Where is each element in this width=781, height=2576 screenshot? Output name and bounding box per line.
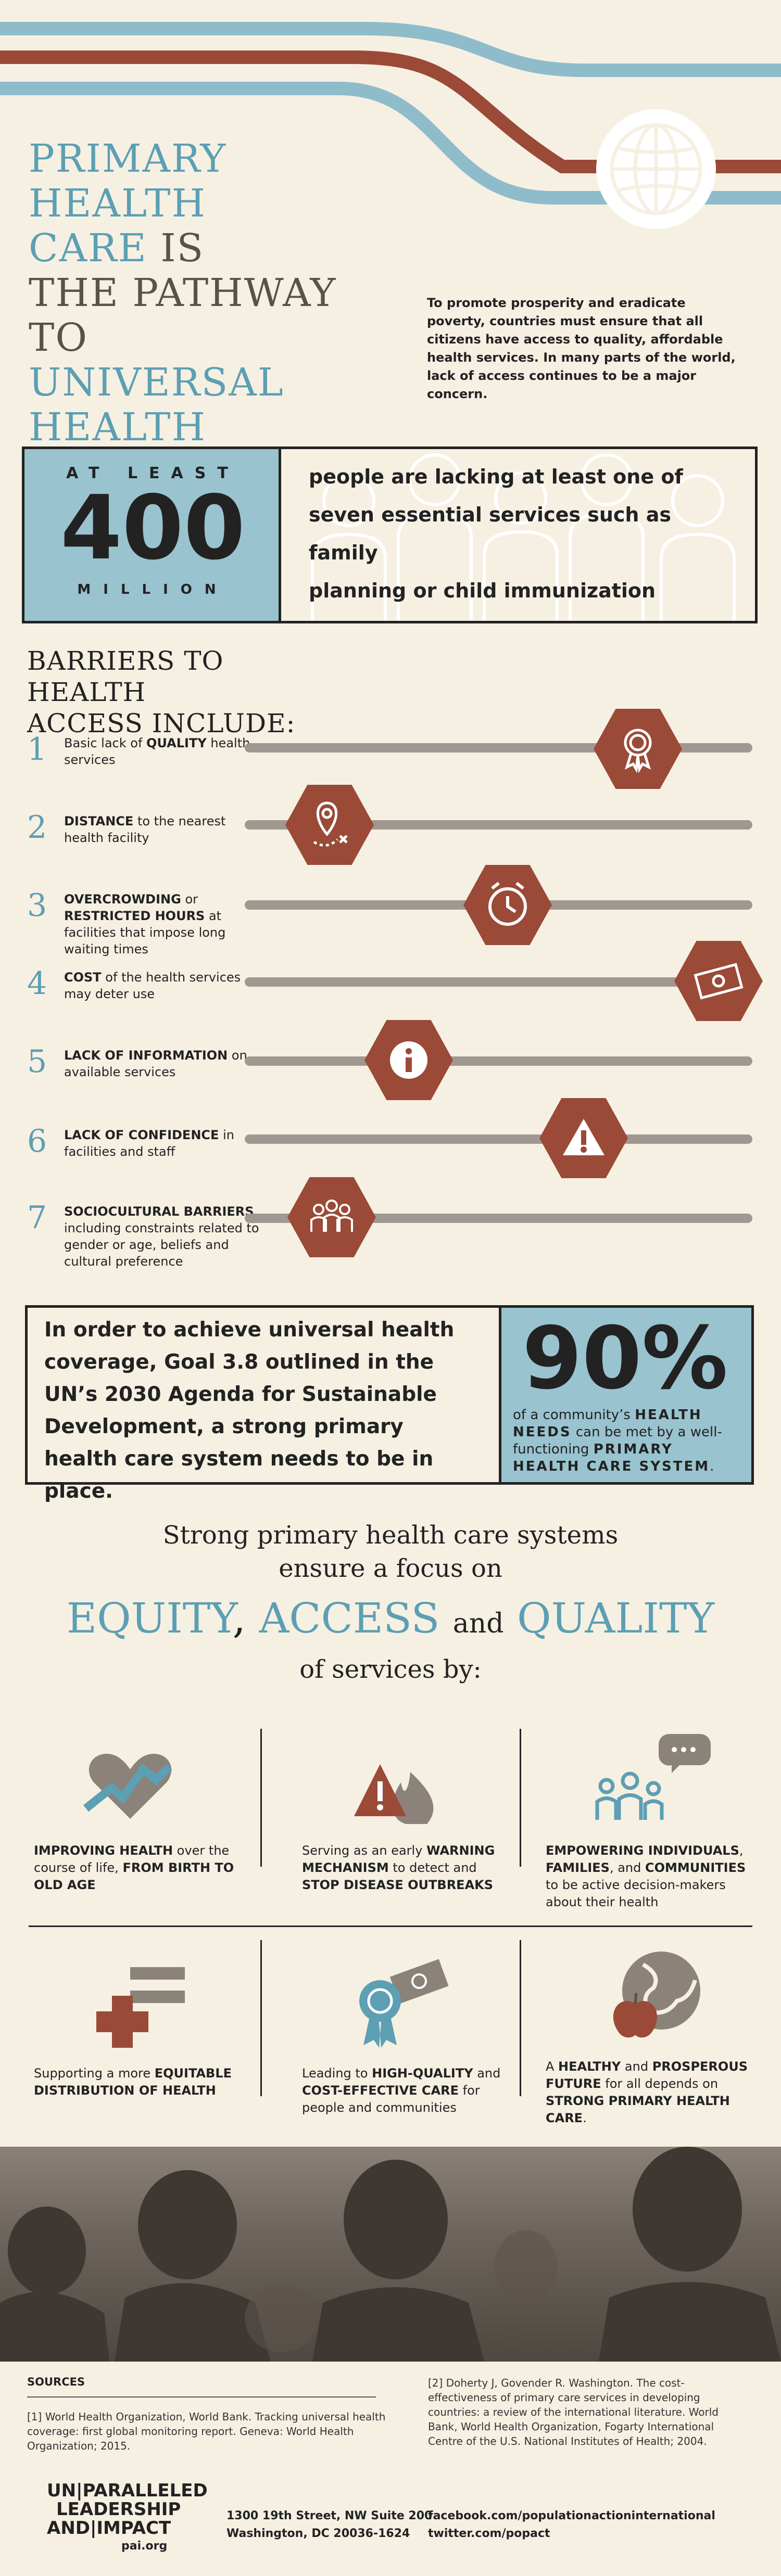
twitter-link[interactable]: twitter.com/popact xyxy=(428,2525,715,2543)
barrier-number-4: 4 xyxy=(27,965,47,1002)
globe-icon xyxy=(596,109,716,229)
barrier-bar-6 xyxy=(245,1134,752,1144)
benefit-text-4: Supporting a more EQUITABLE DISTRIBUTION… xyxy=(34,2066,232,2098)
benefit-text-1: IMPROVING HEALTH over the course of life… xyxy=(34,1843,234,1892)
barrier-number-7: 7 xyxy=(27,1200,47,1236)
benefit-text-3: EMPOWERING INDIVIDUALS, FAMILIES, and CO… xyxy=(546,1843,746,1909)
stat-million: MILLION xyxy=(77,582,229,597)
quality-word: QUALITY xyxy=(517,1594,715,1642)
grid-divider-v3 xyxy=(260,1940,262,2096)
hero-title-line-3: THE PATHWAY TO xyxy=(29,271,337,360)
warning-fire-icon xyxy=(354,1764,434,1824)
barrier-text-5: LACK OF INFORMATION on available service… xyxy=(64,1048,247,1079)
barrier-text-3: OVERCROWDING or RESTRICTED HOURS at faci… xyxy=(64,892,226,957)
stat-line-2: seven essential services such as family xyxy=(309,503,671,564)
info-icon xyxy=(364,1020,453,1100)
medical-cross-icon xyxy=(96,1967,185,2048)
hero-intro: To promote prosperity and eradicate pove… xyxy=(427,296,736,401)
pai-logo: UN|PARALLELED LEADERSHIP AND|IMPACT xyxy=(47,2480,208,2539)
systems-line-1: Strong primary health care systems xyxy=(162,1521,619,1550)
grid-divider-v2 xyxy=(520,1729,521,1867)
globe-apple-icon xyxy=(613,1952,700,2038)
source-2: [2] Doherty J, Govender R. Washington. T… xyxy=(428,2377,719,2447)
stat-description: people are lacking at least one of seven… xyxy=(309,458,736,610)
hero-title-line-4: UNIVERSAL xyxy=(29,360,284,405)
money-icon xyxy=(674,941,763,1021)
goal-caption: of a community’s HEALTH NEEDS can be met… xyxy=(513,1407,722,1474)
quality-ribbon-icon xyxy=(594,709,682,789)
family-chat-icon xyxy=(595,1734,711,1820)
stat-number: 400 xyxy=(60,477,245,580)
people-group-icon xyxy=(287,1177,376,1257)
systems-heading: Strong primary health care systems ensur… xyxy=(0,1519,781,1585)
barriers-title-line-2: ACCESS INCLUDE: xyxy=(27,708,296,738)
barrier-text-1: Basic lack of QUALITY health services xyxy=(64,736,250,767)
grid-divider-v1 xyxy=(260,1729,262,1867)
barrier-number-1: 1 xyxy=(27,731,47,768)
hero-title-line-2b: IS xyxy=(160,226,205,271)
people-photo-illustration xyxy=(0,2147,781,2362)
barrier-number-3: 3 xyxy=(27,887,47,924)
hero-title-line-2a: CARE xyxy=(29,226,147,271)
barrier-text-6: LACK OF CONFIDENCE in facilities and sta… xyxy=(64,1128,234,1159)
barriers-title: BARRIERS TO HEALTH ACCESS INCLUDE: xyxy=(27,645,339,739)
benefit-text-2: Serving as an early WARNING MECHANISM to… xyxy=(302,1843,495,1892)
community-photo xyxy=(0,2147,781,2362)
barrier-number-6: 6 xyxy=(27,1123,47,1159)
access-word: ACCESS xyxy=(259,1594,440,1642)
address: 1300 19th Street, NW Suite 200 Washingto… xyxy=(226,2509,433,2540)
barrier-bar-5 xyxy=(245,1056,752,1066)
systems-line-4: of services by: xyxy=(299,1655,482,1684)
barrier-text-7: SOCIOCULTURAL BARRIERS including constra… xyxy=(64,1204,259,1269)
map-pin-icon xyxy=(285,785,374,865)
benefit-text-6: A HEALTHY and PROSPEROUS FUTURE for all … xyxy=(546,2059,748,2125)
hero-title-line-1: PRIMARY HEALTH xyxy=(29,136,227,226)
social-links: facebook.com/populationactioninternation… xyxy=(428,2507,715,2543)
systems-line-2: ensure a focus on xyxy=(279,1554,502,1583)
systems-focus: EQUITY, ACCESS and QUALITY xyxy=(66,1594,715,1642)
grid-divider-v4 xyxy=(520,1940,521,2096)
goal-percent: 90% xyxy=(522,1308,728,1408)
barrier-number-5: 5 xyxy=(27,1043,47,1080)
equity-word: EQUITY xyxy=(66,1594,233,1642)
ribbon-money-icon xyxy=(359,1959,449,2048)
stat-line-1: people are lacking at least one of xyxy=(309,465,683,488)
barrier-bar-4 xyxy=(245,977,703,987)
benefit-text-5: Leading to HIGH-QUALITY and COST-EFFECTI… xyxy=(302,2066,501,2115)
barriers-title-line-1: BARRIERS TO HEALTH xyxy=(27,646,224,707)
grid-divider-h xyxy=(29,1925,752,1927)
and-word: and xyxy=(452,1608,504,1639)
alarm-clock-icon xyxy=(463,865,552,945)
logo-url[interactable]: pai.org xyxy=(121,2540,167,2553)
heart-pulse-icon xyxy=(83,1754,172,1819)
sources-heading: SOURCES xyxy=(27,2376,85,2388)
barrier-number-2: 2 xyxy=(27,809,47,846)
warning-icon xyxy=(539,1098,628,1178)
facebook-link[interactable]: facebook.com/populationactioninternation… xyxy=(428,2507,715,2525)
barrier-text-4: COST of the health services may deter us… xyxy=(64,970,241,1001)
goal-text: In order to achieve universal health cov… xyxy=(44,1318,455,1503)
hero-title: PRIMARY HEALTH CARE IS THE PATHWAY TO UN… xyxy=(29,136,393,494)
sources-divider xyxy=(27,2396,376,2398)
barrier-text-2: DISTANCE to the nearest health facility xyxy=(64,814,226,845)
source-1: [1] World Health Organization, World Ban… xyxy=(27,2411,386,2452)
stat-line-3: planning or child immunization xyxy=(309,579,656,602)
